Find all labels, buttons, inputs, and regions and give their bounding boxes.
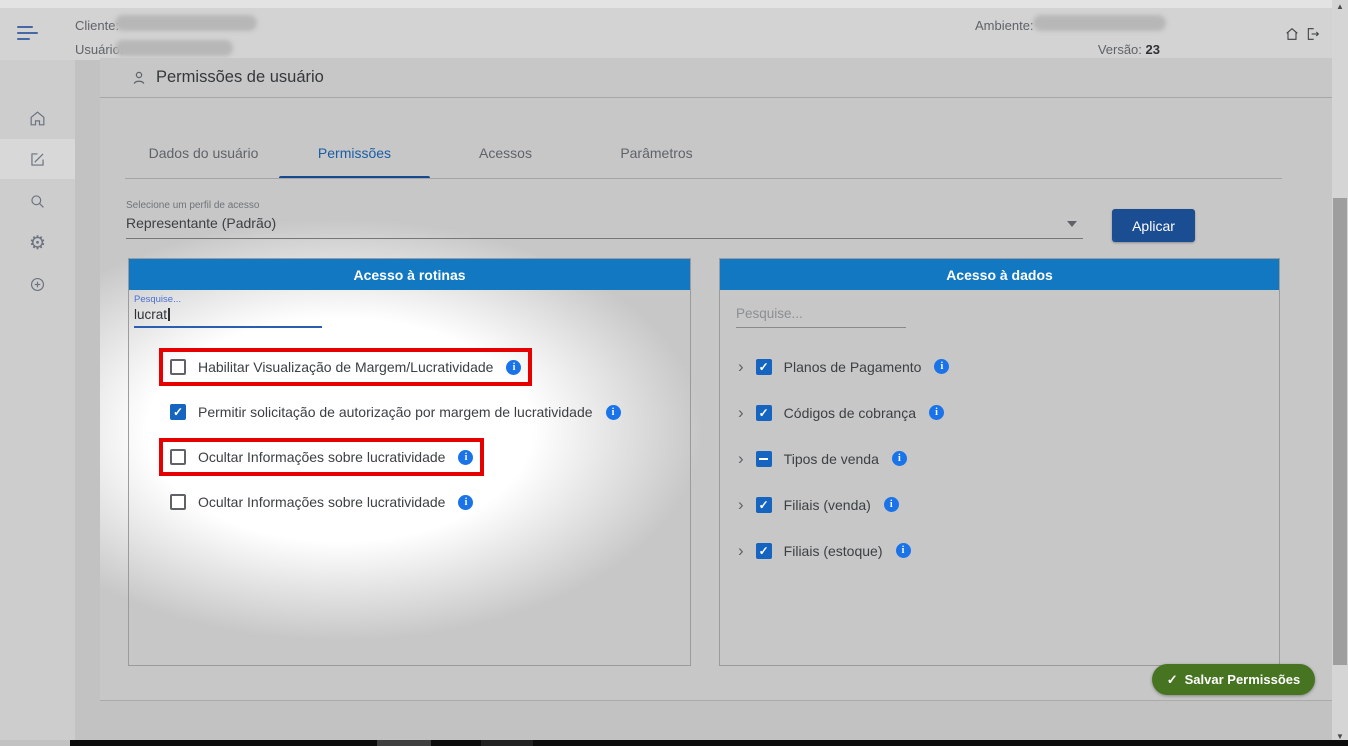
- client-value-redacted: [115, 15, 257, 31]
- tab[interactable]: Acessos: [430, 130, 581, 176]
- data-panel-title: Acesso à dados: [720, 259, 1279, 290]
- home-icon: [30, 110, 45, 125]
- data-access-row: › Tipos de venda i: [738, 450, 907, 467]
- chevron-right-icon[interactable]: ›: [738, 496, 744, 513]
- routines-search-input[interactable]: Pesquise... lucrat: [134, 294, 322, 328]
- sidebar-item-edit[interactable]: [0, 139, 75, 179]
- version-text: Versão: 23: [1097, 42, 1160, 57]
- checkbox[interactable]: [170, 494, 186, 510]
- checkbox[interactable]: [755, 358, 772, 375]
- checkbox[interactable]: [170, 404, 186, 420]
- data-label: Planos de Pagamento: [783, 358, 922, 375]
- search-value: lucrat: [134, 307, 322, 322]
- chevron-right-icon[interactable]: ›: [738, 450, 744, 467]
- taskbar-edge: [70, 740, 1348, 746]
- scroll-up-arrow-icon[interactable]: ▲: [1332, 0, 1348, 14]
- data-search-input[interactable]: [736, 304, 906, 328]
- permission-label: Ocultar Informações sobre lucratividade: [198, 494, 446, 510]
- info-icon[interactable]: i: [934, 359, 950, 374]
- checkbox[interactable]: [755, 496, 772, 513]
- environment-label: Ambiente:: [975, 18, 1034, 33]
- title-divider: [100, 97, 1332, 98]
- sidebar-item-home[interactable]: [0, 98, 75, 138]
- vertical-scrollbar[interactable]: ▲ ▼: [1332, 0, 1348, 746]
- settings-icon: ⚙: [28, 232, 47, 254]
- routines-list: Habilitar Visualização de Margem/Lucrati…: [129, 328, 690, 510]
- checkbox[interactable]: [170, 359, 186, 375]
- add-icon: [30, 277, 45, 291]
- routine-permission-row: Ocultar Informações sobre lucratividade …: [158, 438, 485, 476]
- routine-permission-row: Ocultar Informações sobre lucratividade …: [170, 494, 474, 510]
- browser-top-strip: [0, 0, 1332, 8]
- save-permissions-button[interactable]: ✓ Salvar Permissões: [1152, 664, 1315, 695]
- select-value: Representante (Padrão): [126, 215, 1083, 239]
- info-icon[interactable]: i: [458, 449, 474, 465]
- checkbox[interactable]: [755, 450, 772, 467]
- sidebar-item-settings[interactable]: ⚙: [0, 223, 75, 263]
- tabs: Dados do usuário Permissões Acessos Parâmet…: [128, 130, 732, 179]
- data-label: Tipos de venda: [783, 450, 879, 467]
- checkbox[interactable]: [170, 449, 186, 465]
- info-icon[interactable]: i: [891, 451, 907, 466]
- info-icon[interactable]: i: [928, 405, 944, 420]
- sidebar: ⚙: [0, 60, 75, 740]
- permission-label: Permitir solicitação de autorização por …: [198, 404, 593, 420]
- edit-icon: [31, 152, 44, 166]
- user-value-redacted: [115, 40, 233, 56]
- data-label: Códigos de cobrança: [783, 404, 916, 421]
- checkbox[interactable]: [755, 542, 772, 559]
- person-icon: [133, 71, 145, 84]
- checkbox[interactable]: [755, 404, 772, 421]
- menu-icon[interactable]: [17, 26, 41, 44]
- client-label: Cliente:: [75, 18, 120, 33]
- page-title: Permissões de usuário: [130, 68, 324, 87]
- data-label: Filiais (estoque): [783, 542, 883, 559]
- data-access-row: › Códigos de cobrança i: [738, 404, 944, 421]
- info-icon[interactable]: i: [458, 494, 474, 510]
- info-icon[interactable]: i: [605, 404, 621, 420]
- environment-value-redacted: [1033, 15, 1166, 31]
- home-icon[interactable]: [1284, 26, 1300, 42]
- routine-permission-row: Permitir solicitação de autorização por …: [170, 404, 621, 420]
- tab[interactable]: Parâmetros: [581, 130, 732, 176]
- scrollbar-thumb[interactable]: [1333, 198, 1347, 665]
- data-access-row: › Planos de Pagamento i: [738, 358, 950, 375]
- check-icon: ✓: [1166, 671, 1178, 687]
- routines-panel: Acesso à rotinas Pesquise... lucrat Habi…: [128, 258, 691, 666]
- info-icon[interactable]: i: [506, 359, 522, 375]
- sidebar-item-search[interactable]: [0, 181, 75, 221]
- data-access-row: › Filiais (venda) i: [738, 496, 899, 513]
- data-label: Filiais (venda): [783, 496, 871, 513]
- chevron-right-icon[interactable]: ›: [738, 404, 744, 421]
- tab[interactable]: Permissões: [279, 130, 430, 176]
- data-list: › Planos de Pagamento i › Códigos de cob…: [720, 328, 1279, 559]
- sidebar-item-add[interactable]: [0, 264, 75, 304]
- search-label: Pesquise...: [134, 294, 181, 305]
- data-panel: Acesso à dados › Planos de Pagamento i ›…: [719, 258, 1280, 666]
- permission-label: Ocultar Informações sobre lucratividade: [198, 449, 446, 465]
- info-icon[interactable]: i: [883, 497, 899, 512]
- permission-label: Habilitar Visualização de Margem/Lucrati…: [198, 359, 494, 375]
- routines-panel-title: Acesso à rotinas: [129, 259, 690, 290]
- tabs-divider: [125, 178, 1282, 179]
- chevron-right-icon[interactable]: ›: [738, 358, 744, 375]
- tab[interactable]: Dados do usuário: [128, 130, 279, 176]
- content-card: Permissões de usuário Dados do usuário Pe…: [100, 58, 1332, 701]
- apply-button[interactable]: Aplicar: [1112, 209, 1195, 242]
- search-icon: [31, 194, 44, 208]
- chevron-right-icon[interactable]: ›: [738, 542, 744, 559]
- logout-icon[interactable]: [1305, 26, 1321, 42]
- chevron-down-icon: [1067, 221, 1077, 227]
- data-access-row: › Filiais (estoque) i: [738, 542, 911, 559]
- routine-permission-row: Habilitar Visualização de Margem/Lucrati…: [158, 348, 533, 386]
- info-icon[interactable]: i: [895, 543, 911, 558]
- select-label: Selecione um perfil de acesso: [126, 200, 260, 211]
- access-profile-select[interactable]: Selecione um perfil de acesso Representa…: [126, 200, 1083, 239]
- text-caret: [168, 308, 170, 321]
- app-header: Cliente: Usuário: Ambiente: Versão: 23: [0, 8, 1332, 60]
